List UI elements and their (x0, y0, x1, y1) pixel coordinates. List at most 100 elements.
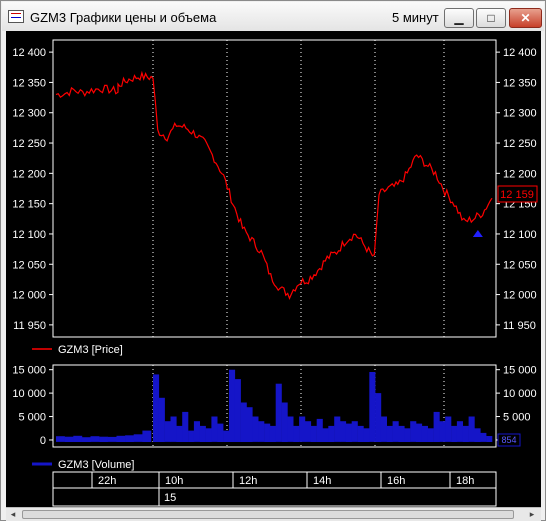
volume-bar (182, 411, 189, 442)
price-y-tick-label: 11 950 (503, 320, 536, 332)
volume-bar (81, 437, 91, 442)
volume-bar (64, 436, 74, 442)
volume-bar (369, 372, 376, 442)
volume-bar (480, 432, 487, 442)
interval-label[interactable]: 5 минут (392, 10, 439, 25)
volume-bar (193, 421, 200, 442)
volume-bar (474, 428, 481, 442)
volume-bar (56, 436, 65, 442)
horizontal-scrollbar[interactable]: ◂ ▸ (6, 507, 541, 521)
volume-bar (363, 428, 370, 442)
price-y-tick-label: 12 100 (12, 229, 46, 241)
close-button[interactable]: ✕ (509, 8, 542, 28)
price-y-tick-label: 12 000 (12, 290, 46, 302)
volume-bar (116, 435, 126, 442)
volume-bar (252, 416, 259, 442)
price-y-tick-label: 12 350 (503, 77, 537, 89)
price-y-tick-label: 12 200 (503, 168, 537, 180)
volume-bar (427, 428, 434, 442)
volume-y-tick-label: 5 000 (503, 412, 531, 424)
price-y-tick-label: 12 250 (503, 138, 537, 150)
time-day-label: 15 (164, 492, 176, 504)
volume-y-tick-label: 15 000 (503, 365, 537, 377)
signal-marker-triangle (472, 229, 483, 237)
volume-bar (229, 369, 236, 442)
volume-bar (328, 425, 335, 442)
window-title: GZM3 Графики цены и объема (30, 10, 217, 25)
volume-bars (56, 369, 493, 442)
volume-bar (421, 425, 428, 442)
price-y-tick-label: 12 100 (503, 229, 537, 241)
volume-bar (445, 416, 452, 442)
maximize-button[interactable]: □ (476, 8, 506, 28)
volume-bar (451, 425, 458, 442)
volume-bar (345, 423, 352, 442)
price-y-tick-label: 12 150 (12, 199, 46, 211)
volume-bar (340, 421, 347, 442)
volume-bar (310, 425, 317, 442)
volume-bar (462, 425, 469, 442)
price-y-tick-label: 12 400 (503, 47, 537, 59)
price-grid (152, 40, 445, 337)
price-y-tick-label: 12 300 (12, 108, 46, 120)
volume-bar (188, 430, 195, 442)
scrollbar-thumb[interactable] (22, 510, 514, 519)
title-bar[interactable]: GZM3 Графики цены и объема 5 минут ▁ □ ✕ (2, 2, 544, 31)
volume-bar (158, 397, 165, 442)
time-hour-label: 16h (387, 475, 405, 487)
time-hour-label: 14h (313, 475, 331, 487)
price-series-line (55, 70, 493, 301)
chart-app-icon (8, 10, 24, 23)
volume-bar (281, 402, 288, 442)
volume-bar (386, 425, 393, 442)
volume-y-tick-label: 5 000 (18, 412, 46, 424)
volume-bar (133, 434, 143, 442)
time-hour-label: 18h (456, 475, 474, 487)
volume-bar (439, 421, 446, 442)
volume-bar (392, 421, 399, 442)
volume-bar (90, 436, 100, 442)
price-y-tick-label: 12 300 (503, 108, 537, 120)
volume-bar (404, 428, 411, 442)
chart-window: GZM3 Графики цены и объема 5 минут ▁ □ ✕… (0, 0, 546, 521)
volume-bar (357, 425, 364, 442)
volume-bar (334, 416, 341, 442)
chart-area[interactable]: 12 400 12 350 12 300 12 250 12 200 12 150 12 1… (6, 31, 541, 507)
volume-bar (205, 428, 212, 442)
volume-y-tick-label: 15 000 (12, 365, 46, 377)
price-y-tick-label: 12 050 (12, 259, 46, 271)
volume-bar (142, 430, 152, 442)
volume-bar (199, 425, 206, 442)
volume-y-tick-label: 10 000 (503, 388, 537, 400)
volume-bar (217, 423, 224, 442)
price-y-tick-label: 12 400 (12, 47, 46, 59)
volume-bar (305, 421, 312, 442)
volume-legend-label: GZM3 [Volume] (58, 459, 134, 471)
price-plot-frame (52, 39, 497, 338)
volume-bar (269, 425, 276, 442)
volume-bar (380, 416, 387, 442)
price-legend-label: GZM3 [Price] (58, 344, 123, 356)
scroll-left-arrow-icon[interactable]: ◂ (6, 508, 20, 521)
time-hour-label: 10h (165, 475, 183, 487)
volume-bar (211, 416, 218, 442)
volume-bar (416, 423, 423, 442)
price-y-tick-label: 12 200 (12, 168, 46, 180)
scroll-right-arrow-icon[interactable]: ▸ (525, 508, 539, 521)
volume-bar (240, 402, 247, 442)
volume-bar (153, 374, 160, 442)
volume-bar (375, 393, 382, 442)
volume-bar (170, 416, 177, 442)
volume-bar (99, 436, 109, 442)
minimize-button[interactable]: ▁ (444, 8, 474, 28)
volume-bar (456, 421, 463, 442)
volume-bar (264, 423, 271, 442)
volume-bar (468, 416, 475, 442)
price-y-tick-label: 12 050 (503, 259, 537, 271)
volume-bar (275, 383, 282, 442)
price-y-axis-left: 12 400 12 350 12 300 12 250 12 200 12 150 12 1… (12, 47, 53, 332)
volume-bar (125, 435, 134, 442)
volume-bar (176, 425, 183, 442)
volume-last-value: 854 (501, 435, 516, 445)
volume-bar (287, 416, 294, 442)
